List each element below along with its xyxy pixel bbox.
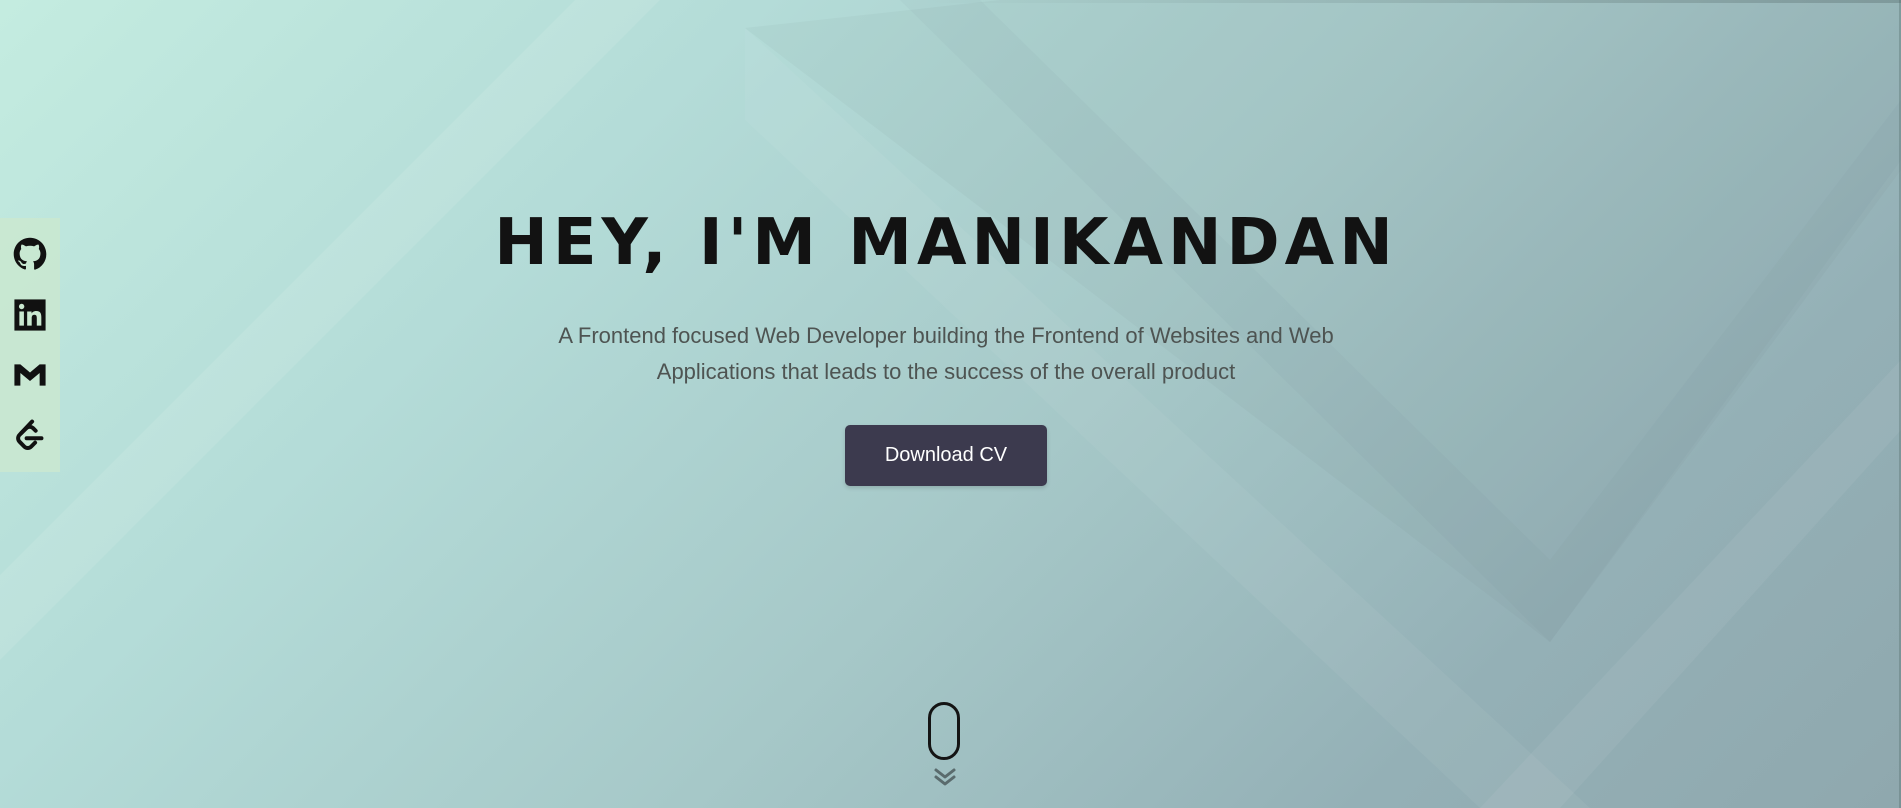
linkedin-link[interactable] xyxy=(10,295,50,335)
linkedin-icon xyxy=(14,299,46,331)
download-cv-button[interactable]: Download CV xyxy=(845,425,1047,486)
leetcode-link[interactable] xyxy=(10,416,50,456)
gmail-icon xyxy=(14,364,46,386)
background-shapes xyxy=(0,0,1901,808)
hero-subtitle: A Frontend focused Web Developer buildin… xyxy=(558,323,1334,384)
double-chevron-down-icon xyxy=(934,768,956,786)
mouse-scroll-icon xyxy=(928,702,960,760)
scroll-down-indicator[interactable] xyxy=(926,702,966,792)
hero-section: HEY, I'M MANIKANDAN A Frontend focused W… xyxy=(0,0,1901,808)
top-shadow xyxy=(920,0,1901,3)
hero-title: HEY, I'M MANIKANDAN xyxy=(494,206,1398,280)
leetcode-icon xyxy=(16,419,44,450)
gmail-link[interactable] xyxy=(10,355,50,395)
